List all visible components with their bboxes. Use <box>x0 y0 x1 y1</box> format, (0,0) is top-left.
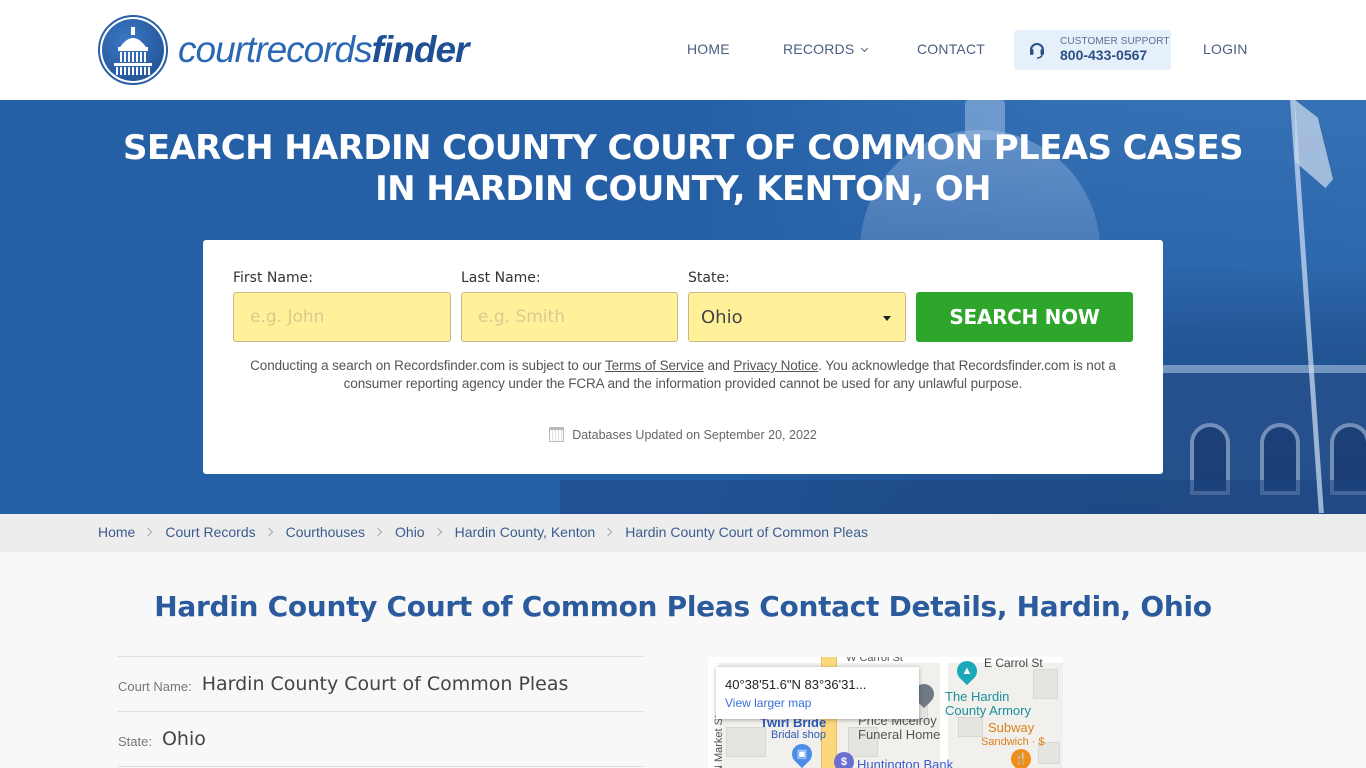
map-street-label: N Market St <box>713 714 726 768</box>
map-street-label: W Carrol St <box>846 657 903 664</box>
chevron-right-icon <box>264 527 273 537</box>
first-name-input[interactable] <box>233 292 451 342</box>
court-details-list: Court Name: Hardin County Court of Commo… <box>118 656 643 768</box>
map-poi-twirl-sub: Bridal shop <box>771 729 827 741</box>
detail-row-court-name: Court Name: Hardin County Court of Commo… <box>118 656 643 711</box>
breadcrumb-ohio[interactable]: Ohio <box>395 524 425 540</box>
building-lower-decoration <box>560 480 1366 514</box>
search-form: First Name: Last Name: State: Ohio SEARC… <box>203 240 1163 474</box>
map-poi-armory[interactable]: The Hardin County Armory <box>945 690 1031 718</box>
map-poi-subway-sub: Sandwich · $ <box>981 736 1045 748</box>
map-coordinates: 40°38'51.6"N 83°36'31... <box>725 677 867 692</box>
disclaimer-text: Conducting a search on Recordsfinder.com… <box>250 358 605 373</box>
nav-contact[interactable]: CONTACT <box>917 41 985 57</box>
map-poi-subway[interactable]: Subway <box>988 721 1034 735</box>
breadcrumb: Home Court Records Courthouses Ohio Hard… <box>98 524 868 540</box>
detail-row-state: State: Ohio <box>118 711 643 766</box>
privacy-notice-link[interactable]: Privacy Notice <box>733 358 818 373</box>
nav-records-label: RECORDS <box>783 41 855 57</box>
last-name-input[interactable] <box>461 292 678 342</box>
shopping-pin-icon[interactable]: ▣ <box>787 739 817 768</box>
map-street-label: E Carrol St <box>984 657 1043 670</box>
map-block <box>1033 669 1058 699</box>
last-name-label: Last Name: <box>461 270 541 286</box>
detail-key: State: <box>118 733 152 749</box>
chevron-right-icon <box>433 527 442 537</box>
breadcrumb-court-records[interactable]: Court Records <box>165 524 255 540</box>
logo-link[interactable]: courtrecordsfinder <box>98 15 469 85</box>
search-now-button[interactable]: SEARCH NOW <box>916 292 1133 342</box>
site-header: courtrecordsfinder HOME RECORDS CONTACT … <box>0 0 1366 100</box>
hero-section: SEARCH HARDIN COUNTY COURT OF COMMON PLE… <box>0 100 1366 514</box>
calendar-icon <box>549 427 565 442</box>
support-label: CUSTOMER SUPPORT <box>1060 36 1170 47</box>
nav-records[interactable]: RECORDS <box>783 41 869 57</box>
search-disclaimer: Conducting a search on Recordsfinder.com… <box>243 357 1123 393</box>
breadcrumb-current-court[interactable]: Hardin County Court of Common Pleas <box>625 524 868 540</box>
museum-pin-icon[interactable]: ▲ <box>952 657 982 686</box>
breadcrumb-courthouses[interactable]: Courthouses <box>286 524 365 540</box>
headset-icon <box>1030 43 1044 59</box>
chevron-right-icon <box>603 527 613 537</box>
contact-details-title: Hardin County Court of Common Pleas Cont… <box>154 590 1212 623</box>
state-select-value: Ohio <box>701 307 743 328</box>
nav-login[interactable]: LOGIN <box>1203 41 1248 57</box>
detail-key: Court Name: <box>118 678 192 694</box>
map-info-popup: 40°38'51.6"N 83°36'31... View larger map <box>716 667 919 719</box>
hero-title: SEARCH HARDIN COUNTY COURT OF COMMON PLE… <box>122 128 1244 209</box>
caret-down-icon <box>883 316 891 321</box>
chevron-right-icon <box>373 527 383 537</box>
customer-support-button[interactable]: CUSTOMER SUPPORT 800-433-0567 <box>1014 30 1171 70</box>
map-block <box>726 727 766 757</box>
terms-of-service-link[interactable]: Terms of Service <box>605 358 704 373</box>
logo-wordmark: courtrecordsfinder <box>178 29 469 70</box>
state-select[interactable]: Ohio <box>688 292 906 342</box>
view-larger-map-link[interactable]: View larger map <box>725 696 811 710</box>
nav-home[interactable]: HOME <box>687 41 730 57</box>
support-phone: 800-433-0567 <box>1060 47 1148 63</box>
database-updated-notice: Databases Updated on September 20, 2022 <box>203 427 1163 442</box>
chevron-down-icon <box>861 44 869 53</box>
breadcrumb-bar: Home Court Records Courthouses Ohio Hard… <box>0 514 1366 552</box>
map-poi-bank[interactable]: Huntington Bank <box>857 758 953 768</box>
chevron-right-icon <box>144 527 153 537</box>
capitol-logo-icon <box>98 15 168 85</box>
first-name-label: First Name: <box>233 270 313 286</box>
detail-value: Ohio <box>161 728 206 750</box>
database-updated-text: Databases Updated on September 20, 2022 <box>572 428 817 442</box>
breadcrumb-home[interactable]: Home <box>98 524 135 540</box>
state-label: State: <box>688 270 730 286</box>
embedded-map[interactable]: W Carrol St E Carrol St ▲ The Hardin Coun… <box>708 657 1063 768</box>
detail-value: Hardin County Court of Common Pleas <box>201 673 569 695</box>
restaurant-pin-icon[interactable]: 🍴 <box>1006 744 1036 768</box>
breadcrumb-hardin-county-kenton[interactable]: Hardin County, Kenton <box>455 524 596 540</box>
disclaimer-text: and <box>703 358 734 373</box>
map-block <box>958 717 983 737</box>
